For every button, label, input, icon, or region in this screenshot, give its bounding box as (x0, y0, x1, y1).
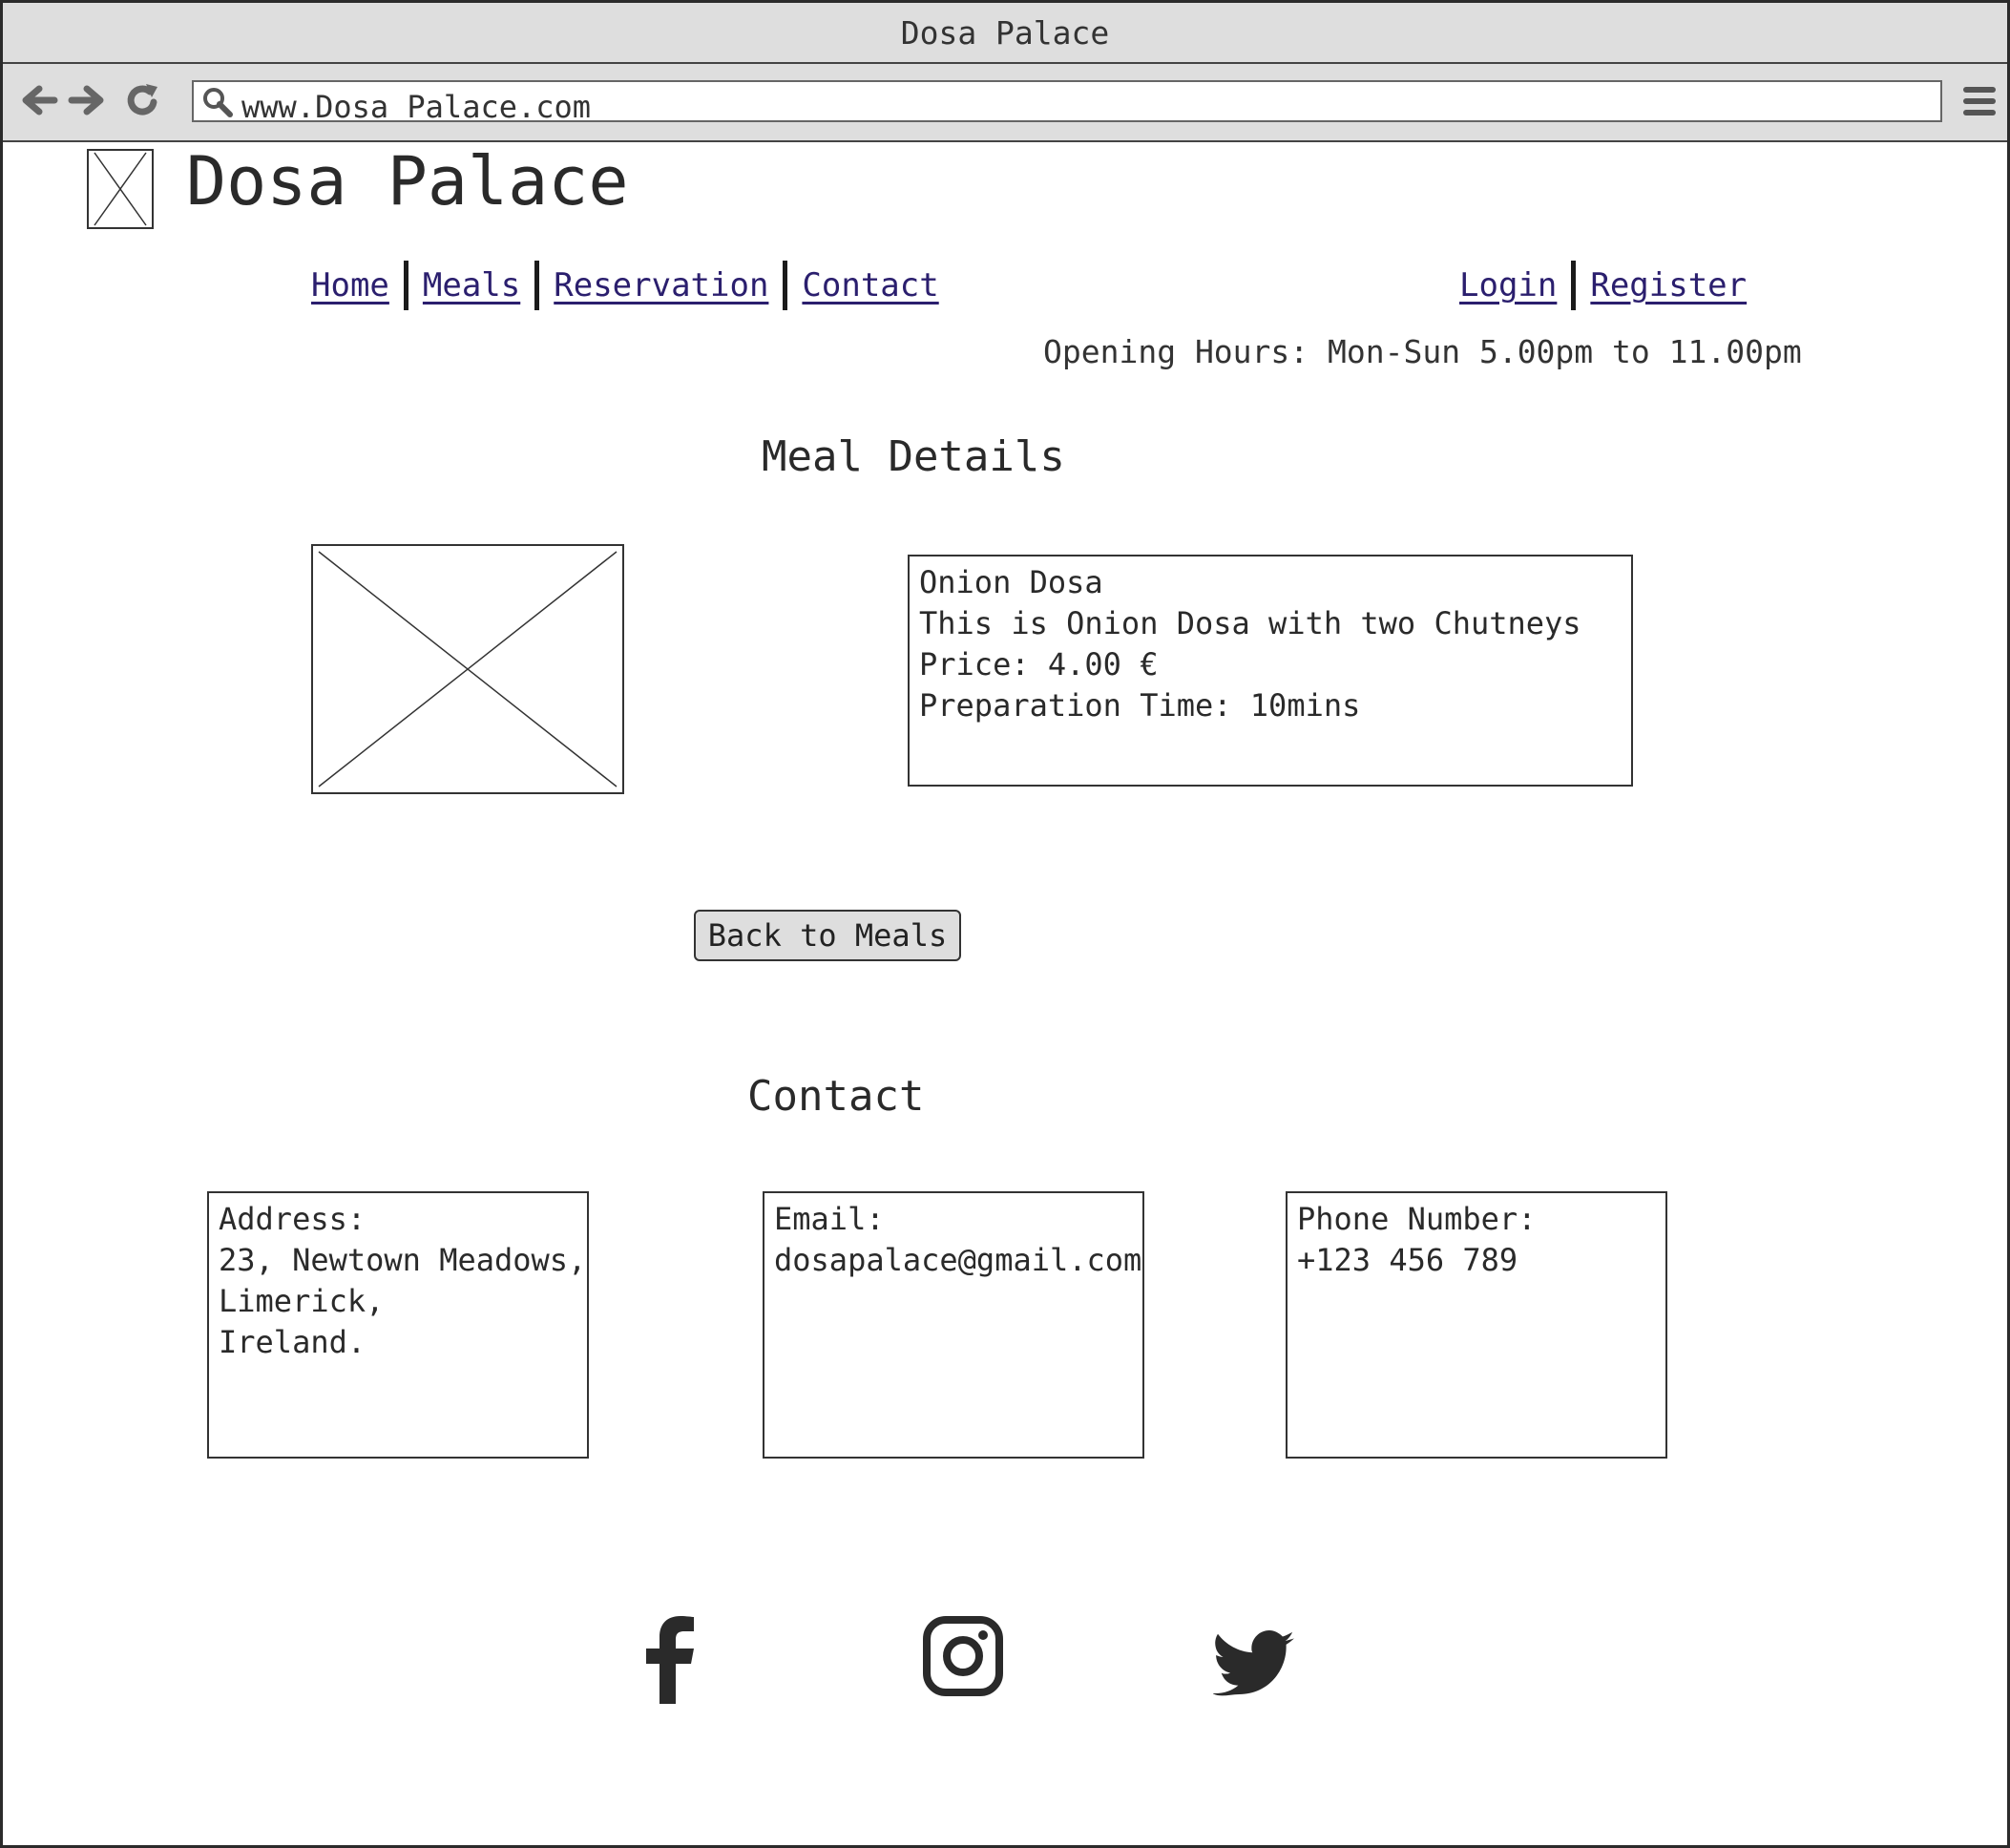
meal-name: Onion Dosa (919, 564, 1103, 600)
logo-image-placeholder (87, 149, 154, 229)
address-line: Ireland. (219, 1324, 366, 1360)
hamburger-menu-icon[interactable] (1963, 85, 1996, 117)
nav-link-reservation[interactable]: Reservation (554, 266, 768, 304)
meal-description: This is Onion Dosa with two Chutneys (919, 605, 1581, 641)
meal-price: Price: 4.00 € (919, 646, 1159, 682)
login-link[interactable]: Login (1459, 266, 1557, 304)
back-arrow-icon[interactable] (20, 81, 58, 119)
address-box: Address: 23, Newtown Meadows, Limerick, … (207, 1191, 589, 1459)
nav-divider (403, 261, 408, 310)
nav-divider (534, 261, 540, 310)
address-label: Address: (219, 1201, 366, 1237)
phone-box: Phone Number: +123 456 789 (1286, 1191, 1667, 1459)
nav-link-contact[interactable]: Contact (802, 266, 938, 304)
nav-link-home[interactable]: Home (311, 266, 389, 304)
instagram-icon[interactable] (923, 1616, 1003, 1696)
phone-label: Phone Number: (1297, 1201, 1537, 1237)
email-label: Email: (774, 1201, 885, 1237)
reload-icon[interactable] (123, 81, 161, 119)
browser-toolbar: www.Dosa Palace.com (3, 64, 2007, 142)
nav-divider (783, 261, 788, 310)
search-icon (203, 88, 233, 117)
window-title: Dosa Palace (3, 3, 2007, 64)
forward-arrow-icon[interactable] (68, 81, 106, 119)
browser-window: Dosa Palace www.Dosa Palace.com Dosa Pal… (0, 0, 2010, 1848)
address-line: 23, Newtown Meadows, (219, 1242, 587, 1278)
site-title: Dosa Palace (186, 142, 629, 220)
back-to-meals-button[interactable]: Back to Meals (694, 910, 961, 961)
address-line: Limerick, (219, 1283, 385, 1319)
meal-info-box: Onion Dosa This is Onion Dosa with two C… (908, 555, 1633, 787)
meal-details-heading: Meal Details (762, 432, 1065, 481)
meal-prep-time: Preparation Time: 10mins (919, 687, 1361, 724)
nav-divider (1571, 261, 1577, 310)
meal-image-placeholder (311, 544, 624, 794)
nav-link-meals[interactable]: Meals (423, 266, 520, 304)
twitter-icon[interactable] (1213, 1630, 1295, 1699)
address-bar[interactable]: www.Dosa Palace.com (192, 80, 1942, 125)
email-box: Email: dosapalace@gmail.com (763, 1191, 1144, 1459)
facebook-icon[interactable] (644, 1616, 698, 1704)
contact-heading: Contact (747, 1072, 925, 1121)
opening-hours: Opening Hours: Mon-Sun 5.00pm to 11.00pm (1043, 333, 1802, 370)
register-link[interactable]: Register (1590, 266, 1747, 304)
url-text: www.Dosa Palace.com (241, 89, 592, 125)
email-value: dosapalace@gmail.com (774, 1242, 1142, 1278)
phone-value: +123 456 789 (1297, 1242, 1518, 1278)
account-nav: Login Register (1459, 261, 1747, 310)
main-nav: Home Meals Reservation Contact (311, 261, 939, 310)
